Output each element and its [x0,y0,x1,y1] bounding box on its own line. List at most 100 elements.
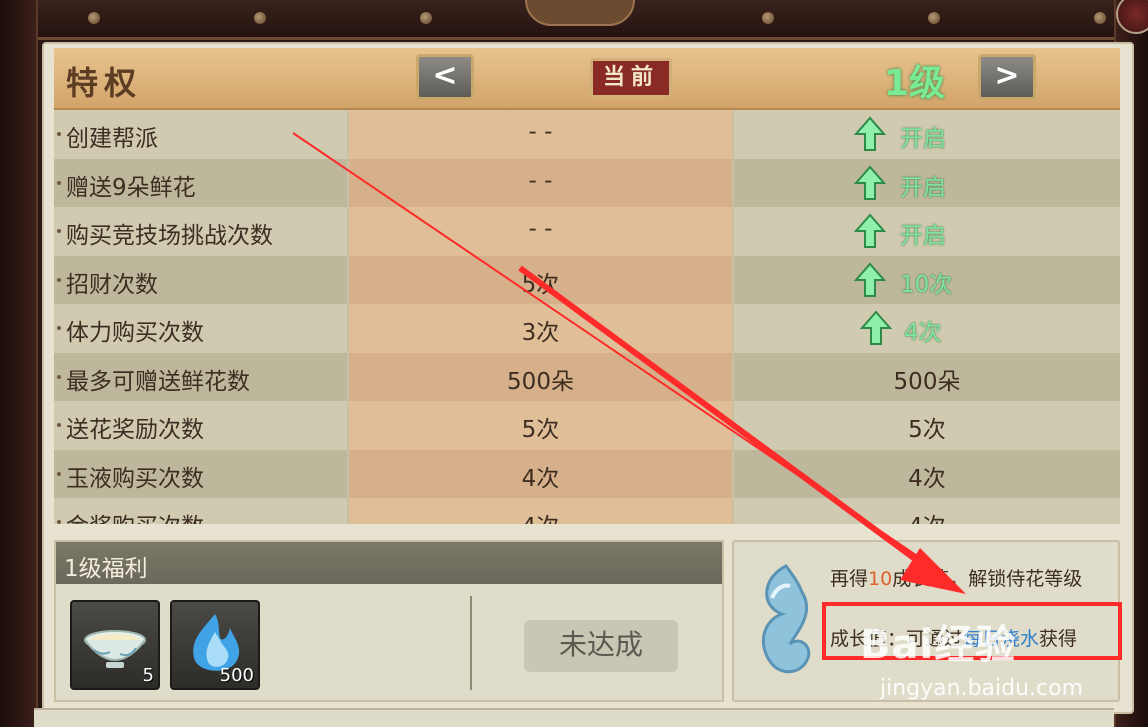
next-value-cell: 4次 [734,304,1120,353]
bullet-icon [57,229,61,233]
claim-status-button[interactable]: 未达成 [524,620,678,672]
current-value: - - [528,119,553,145]
next-value-cell: 开启 [734,158,1120,207]
watermark-url: jingyan.baidu.com [880,676,1084,701]
next-value: 10次 [900,271,953,298]
privilege-name: 体力购买次数 [66,320,204,346]
growth-requirement-text: 再得10成长值，解锁侍花等级 [830,568,1083,590]
table-row: 赠送9朵鲜花 - - 开启 [54,158,1120,207]
up-arrow-icon [852,116,888,152]
next-value: 开启 [900,174,946,201]
next-value-cell: 开启 [734,207,1120,256]
welfare-box: 1级福利 5 500 未达成 [54,540,724,702]
current-value: 4次 [349,507,732,524]
privilege-name-cell: 体力购买次数 [54,304,347,353]
current-value-cell: 4次 [347,498,734,524]
table-row: 招财次数 5次 10次 [54,255,1120,304]
privilege-name: 招财次数 [66,271,158,298]
privilege-table: 特权 < 当前 1级 > 创建帮派 - - 开启 赠送9朵鲜花 - - 开启 购买竞技场挑战… [54,48,1120,524]
privilege-name-cell: 玉液购买次数 [54,449,347,498]
current-value-cell: 5次 [347,401,734,450]
next-level-button[interactable]: > [978,54,1036,100]
rivet-icon [762,12,774,24]
privilege-name-cell: 金浆购买次数 [54,498,347,524]
next-value-cell: 4次 [734,498,1120,524]
bullet-icon [57,277,61,282]
privilege-name: 金浆购买次数 [66,507,204,524]
table-body[interactable]: 创建帮派 - - 开启 赠送9朵鲜花 - - 开启 购买竞技场挑战次数 - - 开启 招财次数 5次… [54,110,1120,524]
privilege-name: 玉液购买次数 [66,465,204,492]
privilege-name: 创建帮派 [66,126,158,152]
bullet-icon [57,374,61,379]
window-top-frame [0,0,1148,40]
privilege-name-cell: 赠送9朵鲜花 [54,158,347,207]
next-value-cell: 500朵 [734,352,1120,401]
next-value: 4次 [734,507,1120,524]
table-row: 送花奖励次数 5次 5次 [54,401,1120,450]
bullet-icon [57,423,61,427]
bottom-strip [34,708,1114,727]
table-row: 金浆购买次数 4次4次 [54,498,1120,524]
rivet-icon [88,12,100,24]
bullet-icon [57,132,61,136]
water-drop-icon [761,564,811,674]
privilege-name-cell: 购买竞技场挑战次数 [54,207,347,256]
table-row: 购买竞技场挑战次数 - - 开启 [54,207,1120,256]
top-ornament [525,0,635,26]
up-arrow-icon [852,213,888,249]
baidu-watermark: Bai经验 [860,622,1017,668]
current-value: - - [528,167,553,194]
divider [470,596,472,690]
current-value: 5次 [521,271,560,298]
privilege-name: 最多可赠送鲜花数 [66,368,250,395]
rivet-icon [254,12,266,24]
welfare-title: 1级福利 [64,556,148,582]
next-value-cell: 10次 [734,255,1120,304]
table-header: 特权 < 当前 1级 > [54,48,1120,110]
next-value: 开启 [900,126,946,152]
current-value-cell: - - [347,207,734,256]
reward-count: 500 [219,665,254,686]
next-value-cell: 5次 [734,401,1120,450]
next-value: 4次 [904,320,942,346]
current-value-cell: - - [347,158,734,207]
next-value: 4次 [908,465,946,492]
table-row: 最多可赠送鲜花数 500朵 500朵 [54,352,1120,401]
current-value: 4次 [521,465,560,492]
up-arrow-icon [852,164,888,201]
prev-level-button[interactable]: < [416,54,474,100]
table-row: 玉液购买次数 4次 4次 [54,449,1120,498]
bullet-icon [57,520,61,524]
reward-item-bowl[interactable]: 5 [70,600,160,690]
privilege-name-cell: 创建帮派 [54,110,347,159]
reward-item-flame[interactable]: 500 [170,600,260,690]
privilege-name: 购买竞技场挑战次数 [66,223,273,249]
bullet-icon [57,180,61,185]
current-value: 500朵 [507,368,574,395]
current-value: 3次 [521,320,560,346]
next-value: 5次 [908,417,946,443]
growth-needed-number: 10 [868,568,893,590]
up-arrow-icon [858,310,894,346]
page-title: 特权 [66,64,143,102]
welfare-header: 1级福利 [56,542,722,584]
current-value: 5次 [521,417,560,443]
rivet-icon [928,12,940,24]
next-level-label: 1级 [884,63,946,104]
privilege-name-cell: 送花奖励次数 [54,401,347,450]
bullet-icon [57,326,61,330]
privilege-name: 送花奖励次数 [66,417,204,443]
next-value: 开启 [900,223,946,249]
current-value-cell: 5次 [347,255,734,304]
current-value-cell: 4次 [347,449,734,498]
up-arrow-icon [852,261,888,298]
next-value: 500朵 [893,368,961,395]
reward-count: 5 [142,665,154,686]
next-value-cell: 开启 [734,110,1120,159]
rivet-icon [420,12,432,24]
privilege-name-cell: 最多可赠送鲜花数 [54,352,347,401]
table-row: 体力购买次数 3次 4次 [54,304,1120,353]
privilege-name: 赠送9朵鲜花 [66,174,196,201]
current-value-cell: - - [347,110,734,159]
bullet-icon [57,471,61,476]
